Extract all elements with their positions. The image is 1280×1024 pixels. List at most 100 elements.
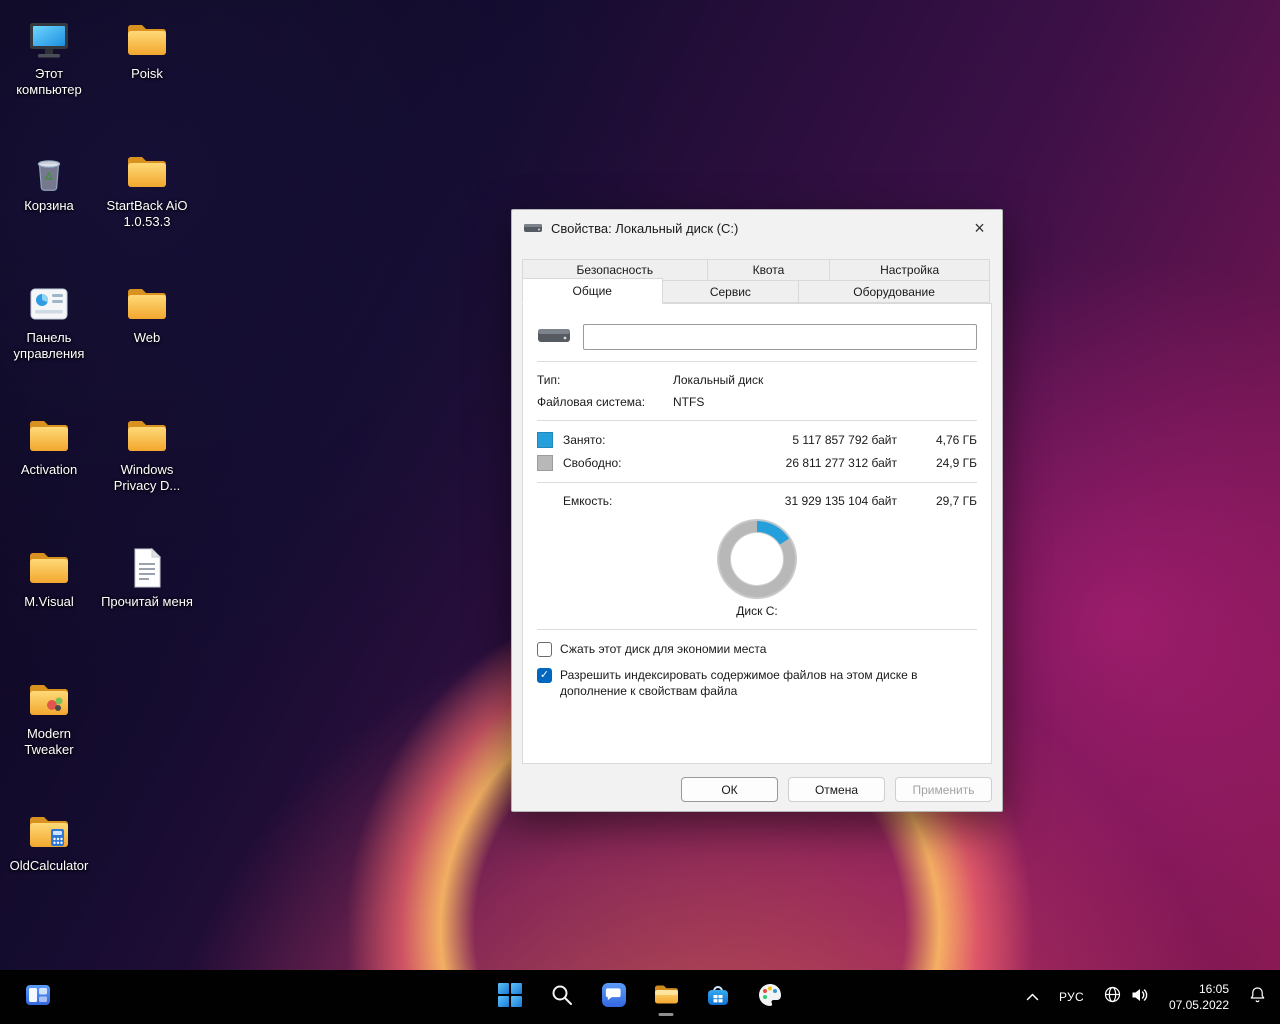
free-space-bytes: 26 811 277 312 байт	[745, 456, 897, 470]
used-space-size: 4,76 ГБ	[897, 433, 977, 447]
tab-general[interactable]: Общие	[522, 278, 663, 304]
index-option-row: ✓ Разрешить индексировать содержимое фай…	[537, 667, 977, 699]
recycle-bin-icon	[25, 146, 73, 198]
properties-dialog: Свойства: Локальный диск (C:) × Безопасн…	[511, 209, 1003, 812]
desktop-icon-startback[interactable]: StartBack AiO 1.0.53.3	[100, 138, 194, 270]
index-checkbox-label: Разрешить индексировать содержимое файло…	[560, 667, 977, 699]
folder-icon	[123, 410, 171, 462]
capacity-label: Емкость:	[563, 494, 745, 508]
search-icon	[550, 983, 574, 1012]
volume-label-input[interactable]	[583, 324, 977, 350]
capacity-row: Емкость: 31 929 135 104 байт 29,7 ГБ	[537, 494, 977, 508]
chevron-up-icon	[1026, 988, 1039, 1006]
active-app-indicator	[659, 1013, 674, 1016]
notification-center-button[interactable]	[1241, 977, 1274, 1017]
bell-icon	[1249, 986, 1266, 1008]
desktop-icon-poisk[interactable]: Poisk	[100, 6, 194, 138]
drive-icon-large	[537, 325, 571, 350]
paint-palette-icon	[757, 982, 783, 1013]
computer-icon	[25, 14, 73, 66]
language-label: РУС	[1059, 990, 1084, 1004]
desktop-icon-modern-tweaker[interactable]: Modern Tweaker	[2, 666, 96, 798]
file-explorer-icon	[653, 981, 680, 1013]
capacity-size: 29,7 ГБ	[897, 494, 977, 508]
volume-icon	[1131, 987, 1149, 1008]
filesystem-label: Файловая система:	[537, 395, 673, 409]
capacity-bytes: 31 929 135 104 байт	[745, 494, 897, 508]
search-button[interactable]	[540, 976, 584, 1018]
type-value: Локальный диск	[673, 373, 977, 387]
desktop-icon-windows-privacy[interactable]: Windows Privacy D...	[100, 402, 194, 534]
disk-name: Диск C:	[537, 604, 977, 618]
free-space-size: 24,9 ГБ	[897, 456, 977, 470]
language-indicator[interactable]: РУС	[1051, 977, 1092, 1017]
donut-hole	[731, 533, 783, 585]
desktop-icon-grid: Этот компьютер Корзина Панель управления…	[2, 6, 194, 930]
compress-checkbox[interactable]: ✓	[537, 642, 552, 657]
folder-icon	[123, 278, 171, 330]
widgets-button[interactable]	[16, 976, 60, 1018]
widgets-icon	[25, 982, 51, 1013]
cancel-button[interactable]: Отмена	[788, 777, 885, 802]
desktop-icon-web[interactable]: Web	[100, 270, 194, 402]
desktop-icon-label: Poisk	[131, 66, 163, 82]
close-icon[interactable]: ×	[957, 211, 1002, 246]
desktop-icon-recycle-bin[interactable]: Корзина	[2, 138, 96, 270]
tweaker-folder-icon	[25, 674, 73, 726]
tray-overflow-button[interactable]	[1018, 977, 1047, 1017]
drive-icon	[523, 220, 543, 236]
network-volume-button[interactable]	[1096, 977, 1157, 1017]
used-space-row: Занято: 5 117 857 792 байт 4,76 ГБ	[537, 432, 977, 448]
desktop-icon-column-1: Этот компьютер Корзина Панель управления…	[2, 6, 96, 930]
free-space-label: Свободно:	[563, 456, 745, 470]
paint-button[interactable]	[748, 976, 792, 1018]
store-button[interactable]	[696, 976, 740, 1018]
control-panel-icon	[25, 278, 73, 330]
check-icon: ✓	[540, 670, 549, 681]
desktop-icon-this-pc[interactable]: Этот компьютер	[2, 6, 96, 138]
tab-customize[interactable]: Настройка	[829, 259, 990, 281]
tab-strip: Безопасность Квота Настройка Общие Серви…	[522, 259, 992, 303]
desktop-icon-label: OldCalculator	[10, 858, 89, 874]
used-space-bytes: 5 117 857 792 байт	[745, 433, 897, 447]
file-explorer-button[interactable]	[644, 976, 688, 1018]
desktop-icon-mvisual[interactable]: M.Visual	[2, 534, 96, 666]
tray-date: 07.05.2022	[1169, 997, 1229, 1013]
chat-icon	[601, 982, 627, 1013]
compress-option-row: ✓ Сжать этот диск для экономии места	[537, 641, 977, 657]
clock[interactable]: 16:05 07.05.2022	[1161, 977, 1237, 1017]
folder-icon	[25, 410, 73, 462]
desktop-icon-label: StartBack AiO 1.0.53.3	[101, 198, 193, 231]
desktop-icon-label: Modern Tweaker	[3, 726, 95, 759]
desktop-icon-oldcalculator[interactable]: OldCalculator	[2, 798, 96, 930]
calculator-folder-icon	[25, 806, 73, 858]
start-button[interactable]	[488, 976, 532, 1018]
ok-button[interactable]: ОК	[681, 777, 778, 802]
desktop-icon-label: Windows Privacy D...	[101, 462, 193, 495]
separator	[537, 420, 977, 421]
free-space-row: Свободно: 26 811 277 312 байт 24,9 ГБ	[537, 455, 977, 471]
separator	[537, 361, 977, 362]
desktop-icon-activation[interactable]: Activation	[2, 402, 96, 534]
desktop[interactable]: { "desktop": { "columns": [ { "items": […	[0, 0, 1280, 1024]
windows-logo-icon	[498, 983, 522, 1012]
apply-button[interactable]: Применить	[895, 777, 992, 802]
tab-tools[interactable]: Сервис	[662, 280, 800, 303]
compress-checkbox-label: Сжать этот диск для экономии места	[560, 641, 766, 657]
dialog-title: Свойства: Локальный диск (C:)	[551, 221, 738, 236]
folder-icon	[123, 14, 171, 66]
separator	[537, 629, 977, 630]
desktop-icon-control-panel[interactable]: Панель управления	[2, 270, 96, 402]
used-space-swatch	[537, 432, 553, 448]
disk-usage-donut	[718, 520, 796, 598]
network-globe-icon	[1104, 986, 1121, 1008]
dialog-titlebar[interactable]: Свойства: Локальный диск (C:) ×	[512, 210, 1002, 246]
desktop-icon-readme[interactable]: Прочитай меня	[100, 534, 194, 666]
index-checkbox[interactable]: ✓	[537, 668, 552, 683]
desktop-icon-column-2: Poisk StartBack AiO 1.0.53.3 Web Windows…	[100, 6, 194, 930]
tab-hardware[interactable]: Оборудование	[798, 280, 990, 303]
tab-quota[interactable]: Квота	[707, 259, 831, 281]
desktop-icon-label: Корзина	[24, 198, 74, 214]
free-space-swatch	[537, 455, 553, 471]
chat-button[interactable]	[592, 976, 636, 1018]
